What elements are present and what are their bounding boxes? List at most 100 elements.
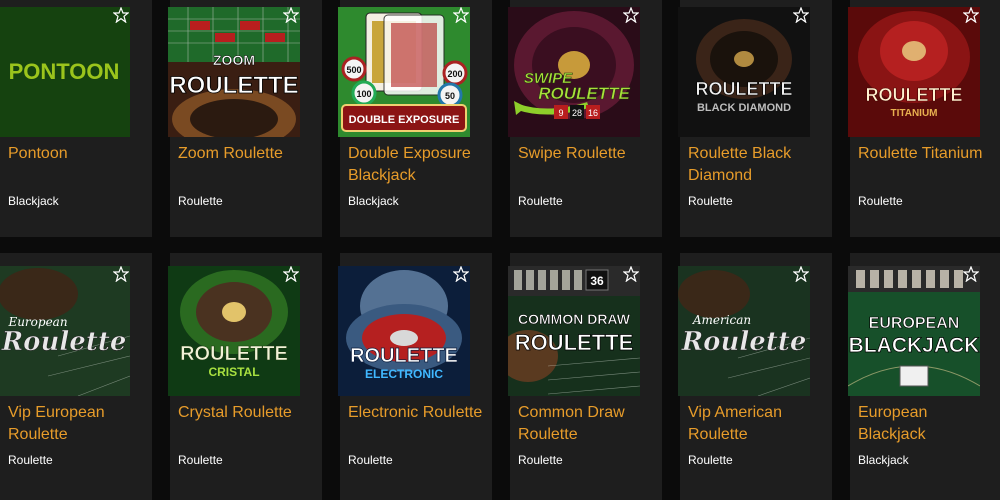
game-thumbnail[interactable]: SWIPE ROULETTE 9 28 16 — [508, 7, 640, 137]
art-text: ROULETTE — [515, 330, 634, 355]
game-thumbnail[interactable]: ROULETTE BLACK DIAMOND — [678, 7, 810, 137]
art-text: ELECTRONIC — [365, 367, 443, 381]
game-thumbnail[interactable]: PONTOON — [0, 7, 130, 137]
favorite-star-icon[interactable] — [963, 266, 979, 282]
game-thumbnail[interactable]: 500 100 200 50 DOUBLE EXPOSURE — [338, 7, 470, 137]
double-exposure-artwork: 500 100 200 50 DOUBLE EXPOSURE — [338, 7, 470, 137]
favorite-star-icon[interactable] — [113, 7, 129, 23]
game-title[interactable]: Common Draw Roulette — [518, 402, 658, 446]
vip-european-artwork: European Roulette — [0, 266, 130, 396]
european-blackjack-artwork: EUROPEAN BLACKJACK — [848, 266, 980, 396]
pontoon-artwork: PONTOON — [0, 7, 130, 137]
game-card-pontoon[interactable]: PONTOON Pontoon Blackjack — [0, 0, 152, 237]
game-thumbnail[interactable]: ROULETTE TITANIUM — [848, 7, 980, 137]
game-title[interactable]: Crystal Roulette — [178, 402, 318, 424]
zoom-roulette-artwork: ZOOM ROULETTE — [168, 7, 300, 137]
art-text: 9 — [558, 108, 563, 118]
game-category: Roulette — [688, 194, 733, 208]
favorite-star-icon[interactable] — [453, 7, 469, 23]
game-card-swipe-roulette[interactable]: SWIPE ROULETTE 9 28 16 Swipe Roulette Ro… — [508, 0, 662, 237]
vip-american-artwork: American Roulette — [678, 266, 810, 396]
art-text: COMMON DRAW — [518, 311, 631, 327]
titanium-artwork: ROULETTE TITANIUM — [848, 7, 980, 137]
crystal-roulette-artwork: ROULETTE CRISTAL — [168, 266, 300, 396]
game-card-roulette-black-diamond[interactable]: ROULETTE BLACK DIAMOND Roulette Black Di… — [678, 0, 832, 237]
game-title[interactable]: Vip American Roulette — [688, 402, 828, 446]
game-card-european-blackjack[interactable]: EUROPEAN BLACKJACK European Blackjack Bl… — [848, 253, 1000, 500]
favorite-star-icon[interactable] — [623, 7, 639, 23]
game-card-electronic-roulette[interactable]: ROULETTE ELECTRONIC Electronic Roulette … — [338, 253, 492, 500]
game-category: Roulette — [518, 194, 563, 208]
art-text: DOUBLE EXPOSURE — [349, 114, 460, 126]
art-text: Roulette — [1, 327, 127, 357]
game-grid: PONTOON Pontoon Blackjack ZOOM ROULETTE — [0, 0, 1000, 500]
art-text: CRISTAL — [208, 365, 259, 379]
art-text: Roulette — [681, 327, 807, 357]
game-card-vip-american-roulette[interactable]: American Roulette Vip American Roulette … — [678, 253, 832, 500]
game-title[interactable]: Zoom Roulette — [178, 143, 318, 165]
art-text: ZOOM — [213, 52, 255, 68]
art-text: 28 — [572, 108, 582, 118]
art-text: 100 — [356, 89, 371, 99]
game-category: Blackjack — [858, 453, 909, 467]
game-thumbnail[interactable]: ROULETTE ELECTRONIC — [338, 266, 470, 396]
game-thumbnail[interactable]: EUROPEAN BLACKJACK — [848, 266, 980, 396]
game-title[interactable]: Pontoon — [8, 143, 148, 165]
favorite-star-icon[interactable] — [283, 7, 299, 23]
art-text: 50 — [445, 91, 455, 101]
game-title[interactable]: Roulette Titanium — [858, 143, 998, 165]
game-card-roulette-titanium[interactable]: ROULETTE TITANIUM Roulette Titanium Roul… — [848, 0, 1000, 237]
art-text: EUROPEAN — [869, 315, 960, 332]
game-title[interactable]: Swipe Roulette — [518, 143, 658, 165]
game-title[interactable]: Roulette Black Diamond — [688, 143, 828, 187]
game-title[interactable]: Double Exposure Blackjack — [348, 143, 488, 187]
game-category: Blackjack — [8, 194, 59, 208]
game-thumbnail[interactable]: European Roulette — [0, 266, 130, 396]
favorite-star-icon[interactable] — [793, 266, 809, 282]
game-thumbnail[interactable]: ROULETTE CRISTAL — [168, 266, 300, 396]
favorite-star-icon[interactable] — [793, 7, 809, 23]
art-text: American — [692, 313, 751, 327]
art-text: ROULETTE — [169, 72, 298, 99]
favorite-star-icon[interactable] — [283, 266, 299, 282]
game-category: Roulette — [178, 194, 223, 208]
black-diamond-artwork: ROULETTE BLACK DIAMOND — [678, 7, 810, 137]
favorite-star-icon[interactable] — [453, 266, 469, 282]
common-draw-artwork: 36 COMMON DRAW ROULETTE — [508, 266, 640, 396]
favorite-star-icon[interactable] — [963, 7, 979, 23]
game-category: Roulette — [178, 453, 223, 467]
game-card-common-draw-roulette[interactable]: 36 COMMON DRAW ROULETTE Common Draw Roul… — [508, 253, 662, 500]
art-text: ROULETTE — [350, 345, 458, 367]
art-text: ROULETTE — [180, 343, 288, 365]
art-text: 36 — [590, 274, 604, 288]
art-text: ROULETTE — [866, 85, 963, 105]
favorite-star-icon[interactable] — [113, 266, 129, 282]
art-text: ROULETTE — [696, 79, 793, 99]
game-category: Roulette — [8, 453, 53, 467]
art-text: BLACK DIAMOND — [697, 102, 791, 114]
art-text: 200 — [447, 69, 462, 79]
art-text: 16 — [588, 108, 598, 118]
game-category: Roulette — [348, 453, 393, 467]
game-title[interactable]: European Blackjack — [858, 402, 998, 446]
game-thumbnail[interactable]: 36 COMMON DRAW ROULETTE — [508, 266, 640, 396]
game-title[interactable]: Vip European Roulette — [8, 402, 148, 446]
art-text: TITANIUM — [890, 108, 937, 119]
game-thumbnail[interactable]: ZOOM ROULETTE — [168, 7, 300, 137]
favorite-star-icon[interactable] — [623, 266, 639, 282]
art-text: 500 — [346, 65, 361, 75]
swipe-roulette-artwork: SWIPE ROULETTE 9 28 16 — [508, 7, 640, 137]
art-text: PONTOON — [9, 59, 120, 84]
game-card-zoom-roulette[interactable]: ZOOM ROULETTE Zoom Roulette Roulette — [168, 0, 322, 237]
electronic-roulette-artwork: ROULETTE ELECTRONIC — [338, 266, 470, 396]
art-text: BLACKJACK — [849, 334, 980, 357]
game-card-crystal-roulette[interactable]: ROULETTE CRISTAL Crystal Roulette Roulet… — [168, 253, 322, 500]
game-thumbnail[interactable]: American Roulette — [678, 266, 810, 396]
game-card-vip-european-roulette[interactable]: European Roulette Vip European Roulette … — [0, 253, 152, 500]
game-category: Roulette — [518, 453, 563, 467]
game-card-double-exposure-blackjack[interactable]: 500 100 200 50 DOUBLE EXPOSURE Double Ex… — [338, 0, 492, 237]
game-category: Roulette — [688, 453, 733, 467]
game-category: Roulette — [858, 194, 903, 208]
game-category: Blackjack — [348, 194, 399, 208]
game-title[interactable]: Electronic Roulette — [348, 402, 488, 424]
